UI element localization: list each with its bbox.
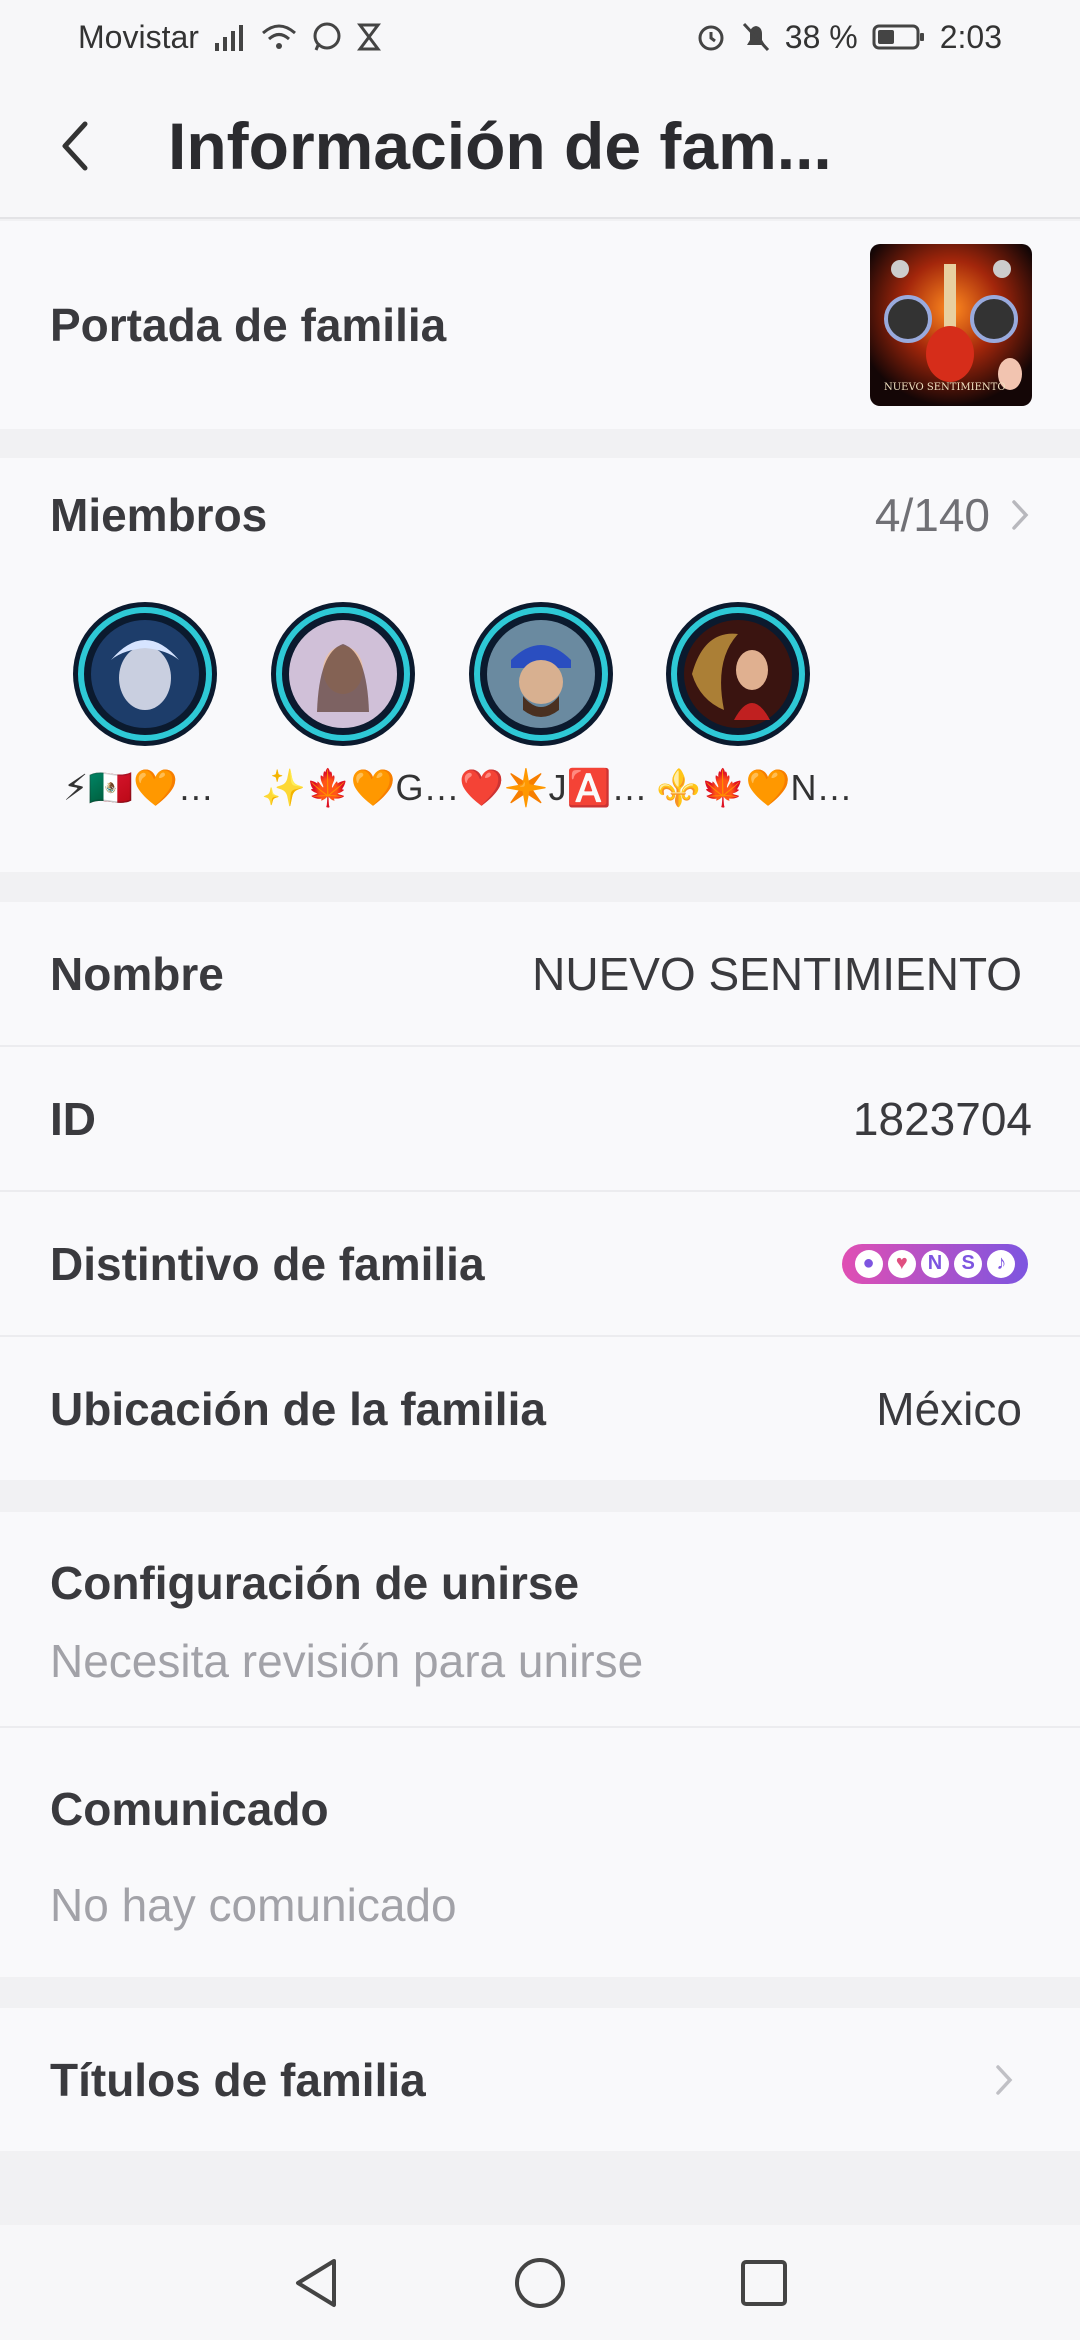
cover-row[interactable]: Portada de familia NUEVO SENTIMIENTO: [0, 221, 1080, 429]
location-value: México: [876, 1382, 1022, 1435]
announcement-row[interactable]: Comunicado No hay comunicado: [0, 1728, 1080, 1977]
cover-section: Portada de familia NUEVO SENTIMIENTO: [0, 221, 1080, 429]
chevron-right-icon: [996, 2064, 1013, 2095]
nav-home-icon[interactable]: [512, 2255, 568, 2311]
battery-icon: [872, 23, 926, 51]
join-settings-row[interactable]: Configuración de unirse Necesita revisió…: [0, 1512, 1080, 1728]
badge-label: Distintivo de familia: [50, 1237, 485, 1290]
member-name: ⚜️🍁🧡N…: [656, 767, 853, 808]
signal-icon: [213, 23, 247, 51]
member-name: ✨🍁🧡G…: [261, 767, 460, 808]
hourglass-icon: [356, 23, 381, 51]
status-bar: Movistar 38 % 2:03: [0, 0, 1080, 74]
alarm-icon: [695, 21, 727, 53]
badge-group-icon: ●: [854, 1249, 883, 1278]
battery-percent: 38 %: [784, 18, 858, 55]
members-count[interactable]: 4/140: [875, 488, 1030, 542]
join-settings-label: Configuración de unirse: [50, 1557, 580, 1609]
id-row: ID 1823704: [0, 1047, 1080, 1192]
avatar: [73, 602, 217, 746]
announcement-value: No hay comunicado: [50, 1879, 457, 1931]
name-value: NUEVO SENTIMIENTO: [532, 947, 1022, 1000]
whatsapp-icon: [311, 21, 343, 53]
family-titles-row[interactable]: Títulos de familia: [0, 2008, 1080, 2151]
member-name: ⚡🇲🇽🧡…: [63, 767, 214, 808]
name-row: Nombre NUEVO SENTIMIENTO: [0, 902, 1080, 1047]
bell-off-icon: [741, 21, 771, 53]
member-item[interactable]: ⚡🇲🇽🧡…: [45, 600, 245, 809]
announcement-label: Comunicado: [50, 1783, 329, 1835]
clock: 2:03: [939, 18, 1002, 55]
page-title: Información de fam...: [168, 108, 832, 183]
carrier-label: Movistar: [78, 18, 199, 55]
badge-row: Distintivo de familia ● ♥ N S ♪: [0, 1192, 1080, 1337]
badge-heart-icon: ♥: [887, 1249, 916, 1278]
titles-section: Títulos de familia: [0, 2008, 1080, 2151]
avatar: [469, 602, 613, 746]
badge-music-icon: ♪: [987, 1249, 1016, 1278]
cover-label: Portada de familia: [50, 299, 447, 351]
chevron-right-icon: [1012, 500, 1029, 530]
info-section: Nombre NUEVO SENTIMIENTO ID 1823704 Dist…: [0, 902, 1080, 1480]
nav-recents-icon[interactable]: [738, 2257, 790, 2309]
wifi-icon: [261, 23, 297, 51]
location-label: Ubicación de la familia: [50, 1382, 546, 1435]
system-nav-bar: [0, 2225, 1080, 2340]
members-label: Miembros: [50, 489, 268, 541]
family-titles-label: Títulos de familia: [50, 2053, 426, 2106]
back-button[interactable]: [0, 73, 150, 218]
app-header: Información de fam...: [0, 74, 1080, 219]
members-count-value: 4/140: [874, 489, 990, 541]
member-item[interactable]: ✨🍁🧡G…: [243, 600, 460, 809]
id-value[interactable]: 1823704: [853, 1092, 1032, 1146]
cover-thumbnail[interactable]: NUEVO SENTIMIENTO: [870, 244, 1032, 406]
cover-thumbnail-text: NUEVO SENTIMIENTO: [884, 382, 1006, 393]
members-section: Miembros 4/140 ⚡🇲🇽🧡… ✨🍁🧡G… ❤️✴️J🅰️… ⚜️🍁🧡…: [0, 458, 1080, 872]
member-name: ❤️✴️J🅰️…: [459, 767, 648, 808]
join-settings-value: Necesita revisión para unirse: [50, 1635, 644, 1687]
members-header[interactable]: Miembros 4/140: [50, 488, 1030, 542]
avatar: [271, 602, 415, 746]
nav-back-icon[interactable]: [290, 2255, 342, 2311]
member-item[interactable]: ❤️✴️J🅰️…: [441, 600, 648, 809]
badge-letter: S: [954, 1249, 983, 1278]
avatar: [666, 602, 810, 746]
name-label: Nombre: [50, 947, 224, 1000]
badge-letter: N: [920, 1249, 949, 1278]
settings-section: Configuración de unirse Necesita revisió…: [0, 1512, 1080, 1977]
cover-image: NUEVO SENTIMIENTO: [870, 244, 1032, 406]
family-badge: ● ♥ N S ♪: [842, 1243, 1028, 1284]
id-label: ID: [50, 1092, 96, 1145]
chevron-left-icon: [62, 121, 88, 170]
location-row: Ubicación de la familia México: [0, 1337, 1080, 1480]
member-item[interactable]: ⚜️🍁🧡N…: [638, 600, 853, 809]
